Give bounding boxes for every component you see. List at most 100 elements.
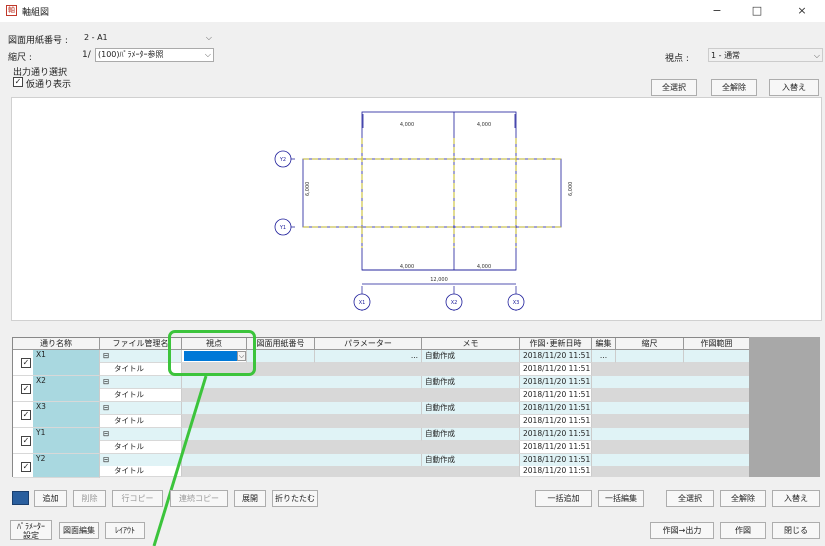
table-row[interactable]: タイトル 2018/11/20 11:51 — [13, 441, 750, 454]
highlight-arrow — [152, 375, 208, 546]
axis-marker-x1: X1 — [353, 286, 371, 311]
col-header-drawing-no[interactable]: 図面用紙番号 — [247, 338, 315, 350]
app-icon: 軸 — [6, 5, 17, 16]
parameter-settings-line1: ﾊﾟﾗﾒｰﾀｰ — [17, 522, 45, 531]
chevron-down-icon: ⌵ — [205, 33, 212, 42]
viewpoint-label: 視点 : — [665, 54, 689, 64]
continuous-copy-button[interactable]: 連続コピー — [170, 490, 228, 507]
bulk-edit-button[interactable]: 一括編集 — [598, 490, 644, 507]
memo-cell[interactable]: 自動作成 — [422, 350, 520, 363]
datetime-cell: 2018/11/20 11:51 — [520, 376, 592, 389]
close-window-button[interactable]: × — [785, 2, 819, 20]
row-filler — [182, 466, 520, 477]
dim-left: 6,000 — [305, 182, 311, 196]
row-copy-button[interactable]: 行コピー — [112, 490, 163, 507]
row-filler — [592, 415, 750, 428]
collapse-button[interactable]: 折りたたむ — [272, 490, 318, 507]
datetime-cell: 2018/11/20 11:51 — [520, 389, 592, 402]
minimize-button[interactable]: − — [700, 2, 734, 20]
row-fields-right[interactable] — [592, 428, 750, 441]
viewpoint-value: 1 - 通常 — [711, 51, 741, 60]
grid-settings-icon[interactable] — [12, 491, 29, 505]
row-filler — [592, 466, 750, 477]
drawing-edit-button[interactable]: 図面編集 — [59, 522, 99, 539]
memo-cell[interactable]: 自動作成 — [422, 428, 520, 441]
svg-text:X1: X1 — [359, 300, 366, 306]
col-header-range[interactable]: 作図範囲 — [684, 338, 750, 350]
bulk-add-button[interactable]: 一括追加 — [535, 490, 592, 507]
edit-cell[interactable]: ... — [592, 350, 616, 363]
street-grid: 通り名称 ファイル管理名 視点 図面用紙番号 パラメーター メモ 作図･更新日時… — [12, 337, 750, 478]
row-filler — [182, 441, 520, 454]
range-cell[interactable] — [684, 350, 750, 363]
close-button[interactable]: 閉じる — [772, 522, 820, 539]
table-row[interactable]: タイトル 2018/11/20 11:51 — [13, 415, 750, 428]
drawing-number-label: 図面用紙番号 : — [8, 36, 68, 46]
svg-text:X2: X2 — [451, 300, 458, 306]
dim-bottom-left: 4,000 — [400, 264, 414, 270]
chevron-down-icon: ⌵ — [204, 50, 211, 59]
table-row[interactable]: ✓ X3 ⊟ 自動作成 2018/11/20 11:51 — [13, 402, 750, 428]
drawing-number-value: 2 - A1 — [84, 33, 108, 42]
viewpoint-select[interactable]: 1 - 通常 ⌵ — [708, 48, 823, 62]
dim-top-left: 4,000 — [400, 122, 414, 128]
drawing-number-select[interactable]: 2 - A1 ⌵ — [82, 31, 214, 45]
layout-button[interactable]: ﾚｲｱｳﾄ — [105, 522, 145, 539]
grid-empty-area — [749, 337, 820, 477]
table-row[interactable]: タイトル 2018/11/20 11:51 — [13, 363, 750, 376]
col-header-edit[interactable]: 編集 — [592, 338, 616, 350]
maximize-button[interactable]: □ — [740, 2, 774, 20]
col-header-parameter[interactable]: パラメーター — [315, 338, 422, 350]
table-row[interactable]: タイトル 2018/11/20 11:51 — [13, 389, 750, 402]
delete-button[interactable]: 削除 — [73, 490, 106, 507]
temp-display-checkbox[interactable]: ✓ — [13, 77, 23, 87]
parameter-cell[interactable]: ... — [315, 350, 422, 363]
col-header-name[interactable]: 通り名称 — [13, 338, 100, 350]
title-bar: 軸 軸組図 − □ × — [0, 0, 825, 22]
drawing-preview: 4,000 4,000 6,000 6,000 4,000 4,000 12,0… — [11, 97, 822, 321]
table-row[interactable]: ✓ X1 ⊟ ⌵ ... 自動作成 2018/11/20 11:51 ... — [13, 350, 750, 376]
row-filler — [182, 389, 520, 402]
col-header-datetime[interactable]: 作図･更新日時 — [520, 338, 592, 350]
datetime-cell: 2018/11/20 11:51 — [520, 415, 592, 428]
grid-select-all-button[interactable]: 全選択 — [666, 490, 714, 507]
axis-marker-x2: X2 — [445, 286, 463, 311]
row-fields-right[interactable] — [592, 402, 750, 415]
add-button[interactable]: 追加 — [34, 490, 67, 507]
datetime-cell: 2018/11/20 11:51 — [520, 350, 592, 363]
dim-top-right: 4,000 — [477, 122, 491, 128]
temp-display-label: 仮通り表示 — [26, 80, 72, 90]
table-row[interactable]: ✓ Y1 ⊟ 自動作成 2018/11/20 11:51 — [13, 428, 750, 454]
col-header-memo[interactable]: メモ — [422, 338, 520, 350]
expand-button[interactable]: 展開 — [234, 490, 266, 507]
draw-button[interactable]: 作図 — [720, 522, 766, 539]
datetime-cell: 2018/11/20 11:51 — [520, 466, 592, 477]
svg-text:X3: X3 — [513, 300, 520, 306]
grid-swap-button[interactable]: 入替え — [772, 490, 820, 507]
frame-drawing: 4,000 4,000 6,000 6,000 4,000 4,000 12,0… — [274, 111, 574, 311]
axis-marker-y1: Y1 — [274, 218, 295, 236]
drawing-no-cell[interactable] — [247, 350, 315, 363]
scale-select[interactable]: (100)ﾊﾟﾗﾒｰﾀｰ参照 ⌵ — [95, 48, 214, 62]
axis-marker-y2: Y2 — [274, 150, 295, 168]
draw-output-button[interactable]: 作図→出力 — [650, 522, 714, 539]
parameter-edit-marker[interactable]: ... — [411, 350, 418, 362]
datetime-cell: 2018/11/20 11:51 — [520, 363, 592, 376]
swap-button[interactable]: 入替え — [769, 79, 819, 96]
memo-cell[interactable]: 自動作成 — [422, 402, 520, 415]
row-fields-right[interactable] — [592, 376, 750, 389]
table-row[interactable]: ✓ X2 ⊟ 自動作成 2018/11/20 11:51 — [13, 376, 750, 402]
table-row[interactable]: タイトル 2018/11/20 11:51 — [13, 466, 750, 477]
scale-cell[interactable] — [616, 350, 684, 363]
row-filler — [182, 415, 520, 428]
parameter-settings-button[interactable]: ﾊﾟﾗﾒｰﾀｰ 設定 — [10, 520, 52, 540]
deselect-all-button[interactable]: 全解除 — [711, 79, 757, 96]
scale-value: (100)ﾊﾟﾗﾒｰﾀｰ参照 — [98, 50, 164, 59]
select-all-button[interactable]: 全選択 — [651, 79, 697, 96]
memo-cell[interactable]: 自動作成 — [422, 376, 520, 389]
parameter-settings-line2: 設定 — [23, 531, 39, 540]
scale-label: 縮尺 : — [8, 53, 32, 63]
svg-text:Y1: Y1 — [279, 225, 286, 231]
col-header-scale[interactable]: 縮尺 — [616, 338, 684, 350]
grid-deselect-all-button[interactable]: 全解除 — [720, 490, 766, 507]
